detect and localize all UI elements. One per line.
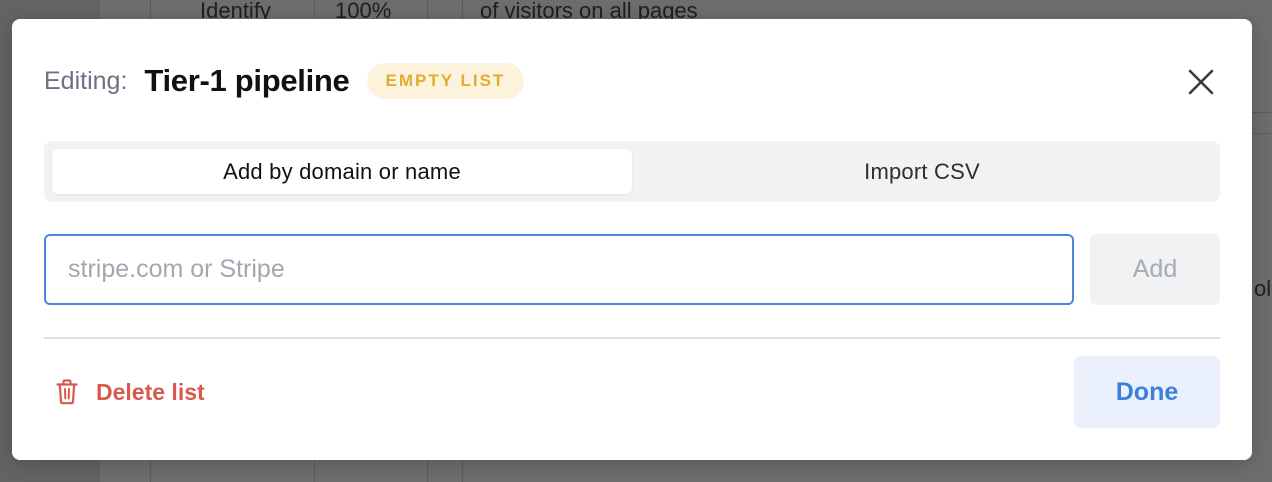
domain-or-name-input[interactable]: [44, 234, 1074, 305]
done-button[interactable]: Done: [1074, 356, 1220, 428]
footer-divider: [44, 337, 1220, 339]
delete-list-button[interactable]: Delete list: [56, 375, 205, 409]
edit-list-modal: Editing: Tier-1 pipeline EMPTY LIST Add …: [12, 19, 1252, 460]
background-cell: ol: [1254, 276, 1272, 301]
add-button[interactable]: Add: [1090, 234, 1220, 305]
status-badge: EMPTY LIST: [366, 63, 525, 99]
list-title: Tier-1 pipeline: [144, 63, 350, 98]
tab-import-csv[interactable]: Import CSV: [632, 149, 1212, 194]
delete-list-label: Delete list: [96, 378, 205, 405]
modal-header: Editing: Tier-1 pipeline EMPTY LIST: [44, 61, 525, 101]
close-icon: [1188, 69, 1214, 95]
tab-add-by-domain[interactable]: Add by domain or name: [52, 149, 632, 194]
trash-icon: [56, 379, 78, 405]
tab-group: Add by domain or name Import CSV: [44, 141, 1220, 202]
close-button[interactable]: [1182, 63, 1220, 101]
editing-label: Editing:: [44, 66, 128, 95]
